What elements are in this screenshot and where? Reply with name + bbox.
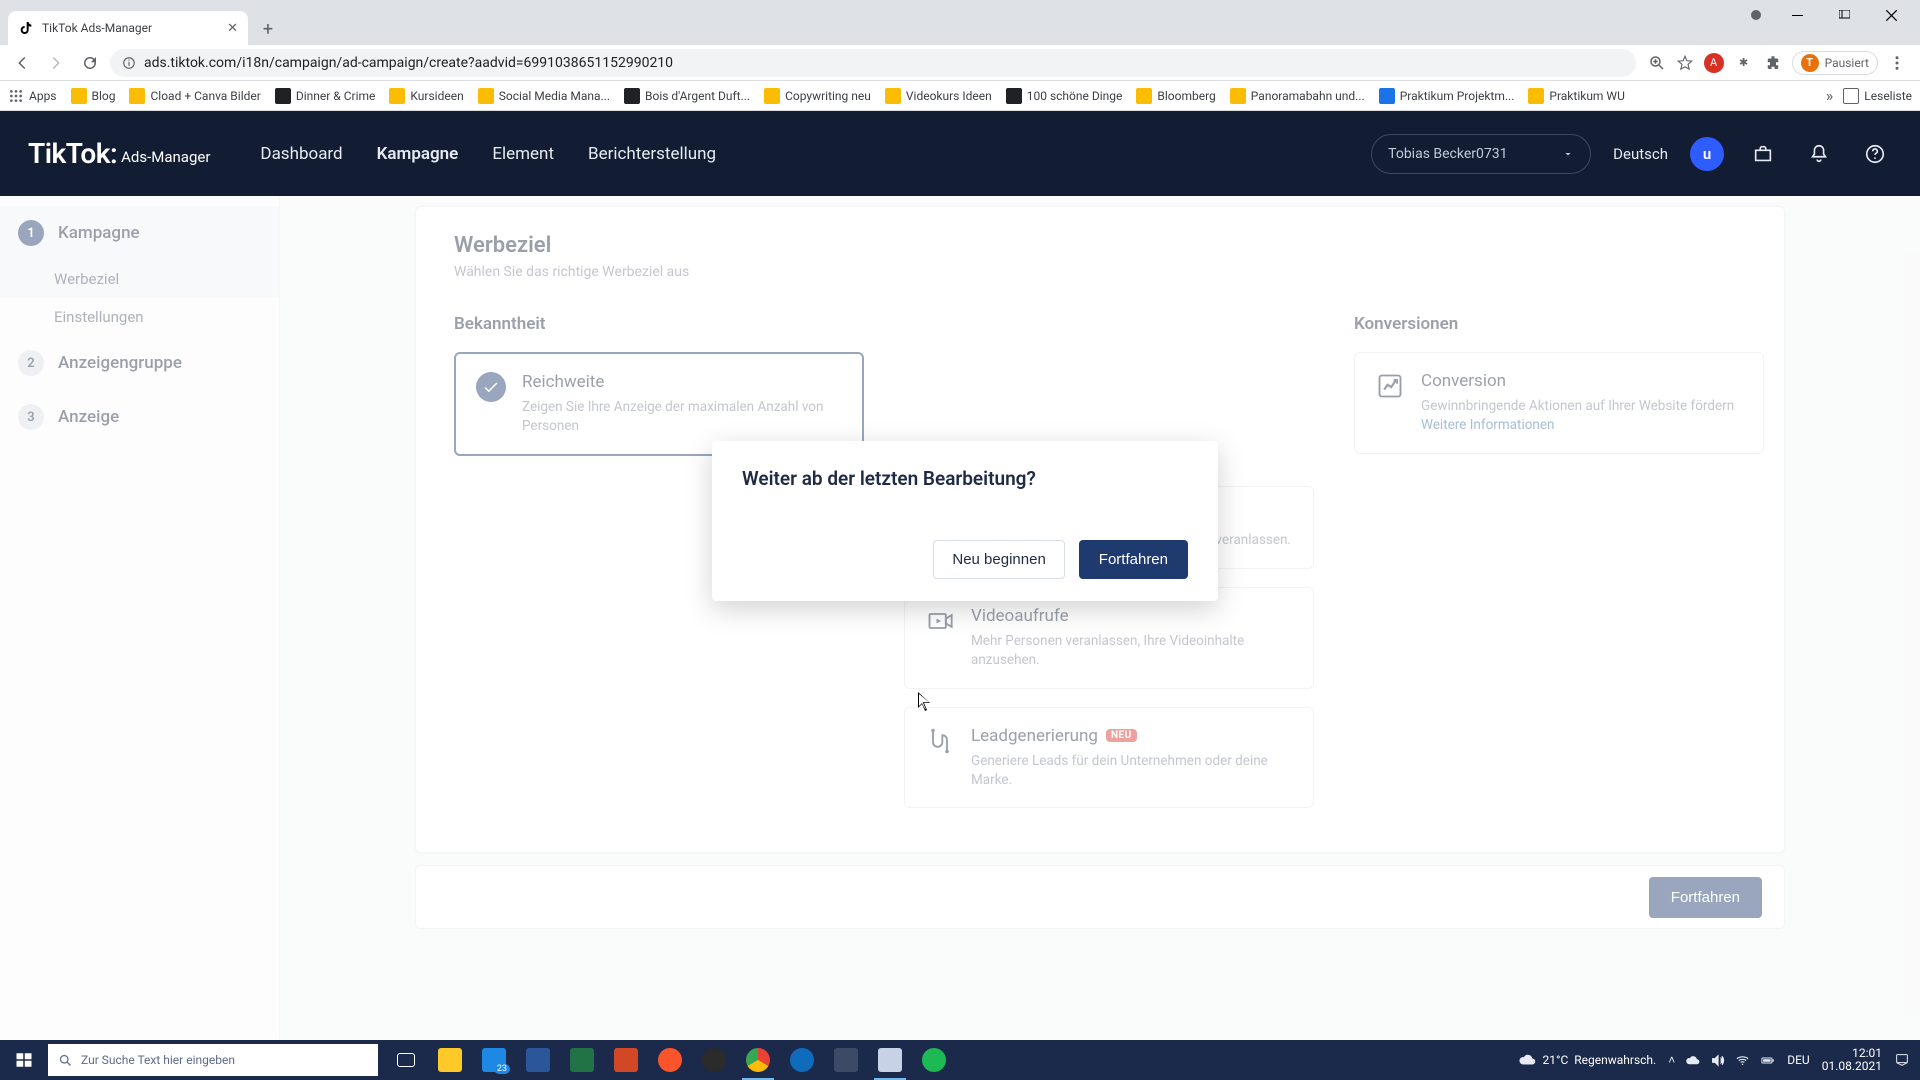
- profile-paused-chip[interactable]: T Pausiert: [1792, 51, 1878, 75]
- brand-main: TikTok:: [28, 137, 117, 170]
- modal-overlay[interactable]: [0, 196, 1920, 1040]
- bookmark-item[interactable]: Blog: [71, 88, 116, 104]
- notifications-icon[interactable]: [1894, 1052, 1910, 1068]
- paused-label: Pausiert: [1825, 56, 1869, 70]
- windows-taskbar: Zur Suche Text hier eingeben 23 21°C Reg…: [0, 1040, 1920, 1080]
- app-excel[interactable]: [562, 1040, 602, 1080]
- bookmark-item[interactable]: Copywriting neu: [764, 88, 871, 104]
- bookmark-item[interactable]: Praktikum Projektm...: [1379, 88, 1515, 104]
- app-chrome[interactable]: [738, 1040, 778, 1080]
- close-window-button[interactable]: [1869, 0, 1914, 30]
- profile-avatar-icon: T: [1801, 54, 1819, 72]
- extensions-icon[interactable]: [1764, 54, 1782, 72]
- chevron-down-icon: [1562, 148, 1574, 160]
- account-dropdown[interactable]: Tobias Becker0731: [1371, 134, 1591, 174]
- nav-element[interactable]: Element: [492, 138, 554, 170]
- language-switch[interactable]: Deutsch: [1613, 145, 1668, 163]
- app-header: TikTok: Ads-Manager Dashboard Kampagne E…: [0, 111, 1920, 196]
- forward-button[interactable]: [42, 49, 70, 77]
- bookmark-item[interactable]: Videokurs Ideen: [885, 88, 992, 104]
- onedrive-icon[interactable]: [1685, 1053, 1700, 1068]
- browser-toolbar: ads.tiktok.com/i18n/campaign/ad-campaign…: [0, 45, 1920, 81]
- tab-title: TikTok Ads-Manager: [42, 21, 152, 35]
- window-controls: [1751, 0, 1920, 30]
- bookmark-item[interactable]: Social Media Mana...: [478, 88, 610, 104]
- reload-button[interactable]: [76, 49, 104, 77]
- bookmarks-bar: Apps Blog Cload + Canva Bilder Dinner & …: [0, 81, 1920, 111]
- favicon-tiktok-icon: [18, 20, 34, 36]
- app-brave[interactable]: [650, 1040, 690, 1080]
- modal-continue-button[interactable]: Fortfahren: [1079, 540, 1188, 579]
- volume-icon[interactable]: [1710, 1053, 1725, 1068]
- nav-reporting[interactable]: Berichterstellung: [588, 138, 716, 170]
- app-obs[interactable]: [694, 1040, 734, 1080]
- task-view-icon[interactable]: [386, 1040, 426, 1080]
- modal-new-button[interactable]: Neu beginnen: [933, 540, 1064, 579]
- site-info-icon: [122, 56, 136, 70]
- nav-campaign[interactable]: Kampagne: [377, 138, 459, 170]
- account-indicator-icon[interactable]: [1751, 10, 1761, 20]
- weather-widget[interactable]: 21°C Regenwahrsch.: [1518, 1051, 1656, 1069]
- brand-sub: Ads-Manager: [121, 148, 210, 166]
- extension-adblock-icon[interactable]: A: [1704, 53, 1724, 73]
- search-placeholder: Zur Suche Text hier eingeben: [81, 1053, 235, 1067]
- help-icon[interactable]: [1858, 137, 1892, 171]
- brand-logo[interactable]: TikTok: Ads-Manager: [28, 137, 210, 170]
- main-area: 1 Kampagne Werbeziel Einstellungen 2 Anz…: [0, 196, 1920, 1040]
- bookmark-item[interactable]: Bloomberg: [1136, 88, 1215, 104]
- app-powerpoint[interactable]: [606, 1040, 646, 1080]
- taskbar-right: 21°C Regenwahrsch. ˄ DEU 12:01 01.08.202…: [1518, 1047, 1920, 1073]
- extension-icon[interactable]: ✱: [1734, 53, 1754, 73]
- app-explorer[interactable]: [430, 1040, 470, 1080]
- bookmark-item[interactable]: Cload + Canva Bilder: [129, 88, 260, 104]
- start-button[interactable]: [0, 1040, 48, 1080]
- apps-grid-icon: [8, 88, 24, 104]
- nav-dashboard[interactable]: Dashboard: [260, 138, 342, 170]
- modal-title: Weiter ab der letzten Bearbeitung?: [742, 467, 1188, 490]
- app-generic-1[interactable]: [826, 1040, 866, 1080]
- bookmark-item[interactable]: Kursideen: [389, 88, 463, 104]
- bookmark-item[interactable]: Panoramabahn und...: [1230, 88, 1365, 104]
- tray-chevron-up-icon[interactable]: ˄: [1668, 1053, 1675, 1067]
- bookmark-item[interactable]: Praktikum WU: [1528, 88, 1624, 104]
- battery-icon[interactable]: [1760, 1053, 1775, 1068]
- close-tab-icon[interactable]: ✕: [227, 21, 238, 36]
- toolbar-actions: A ✱ T Pausiert: [1642, 51, 1912, 75]
- app-generic-2[interactable]: [870, 1040, 910, 1080]
- url-text: ads.tiktok.com/i18n/campaign/ad-campaign…: [144, 55, 673, 71]
- star-icon[interactable]: [1676, 54, 1694, 72]
- resume-modal: Weiter ab der letzten Bearbeitung? Neu b…: [712, 441, 1218, 601]
- reading-list-button[interactable]: Leseliste: [1843, 88, 1912, 104]
- browser-tab[interactable]: TikTok Ads-Manager ✕: [8, 11, 248, 45]
- apps-shortcut[interactable]: Apps: [8, 88, 57, 104]
- bookmark-item[interactable]: 100 schöne Dinge: [1006, 88, 1123, 104]
- cloud-icon: [1518, 1051, 1536, 1069]
- briefcase-icon[interactable]: [1746, 137, 1780, 171]
- input-lang[interactable]: DEU: [1787, 1053, 1809, 1067]
- zoom-icon[interactable]: [1648, 54, 1666, 72]
- main-nav: Dashboard Kampagne Element Berichterstel…: [260, 138, 716, 170]
- menu-icon[interactable]: [1888, 54, 1906, 72]
- clock[interactable]: 12:01 01.08.2021: [1822, 1047, 1882, 1073]
- new-tab-button[interactable]: +: [254, 15, 282, 43]
- wifi-icon[interactable]: [1735, 1053, 1750, 1068]
- user-avatar[interactable]: u: [1690, 137, 1724, 171]
- bell-icon[interactable]: [1802, 137, 1836, 171]
- app-edge[interactable]: [782, 1040, 822, 1080]
- minimize-button[interactable]: [1775, 0, 1820, 30]
- bookmark-overflow-icon[interactable]: »: [1826, 86, 1834, 105]
- bookmark-item[interactable]: Dinner & Crime: [275, 88, 376, 104]
- taskbar-search[interactable]: Zur Suche Text hier eingeben: [48, 1044, 378, 1076]
- maximize-button[interactable]: [1822, 0, 1867, 30]
- back-button[interactable]: [8, 49, 36, 77]
- address-bar[interactable]: ads.tiktok.com/i18n/campaign/ad-campaign…: [110, 49, 1636, 77]
- app-mail[interactable]: 23: [474, 1040, 514, 1080]
- app-spotify[interactable]: [914, 1040, 954, 1080]
- taskbar-apps: 23: [386, 1040, 954, 1080]
- search-icon: [58, 1053, 73, 1068]
- browser-tab-strip: TikTok Ads-Manager ✕ +: [0, 0, 1920, 45]
- bookmark-item[interactable]: Bois d'Argent Duft...: [624, 88, 750, 104]
- app-word[interactable]: [518, 1040, 558, 1080]
- account-name: Tobias Becker0731: [1388, 146, 1507, 162]
